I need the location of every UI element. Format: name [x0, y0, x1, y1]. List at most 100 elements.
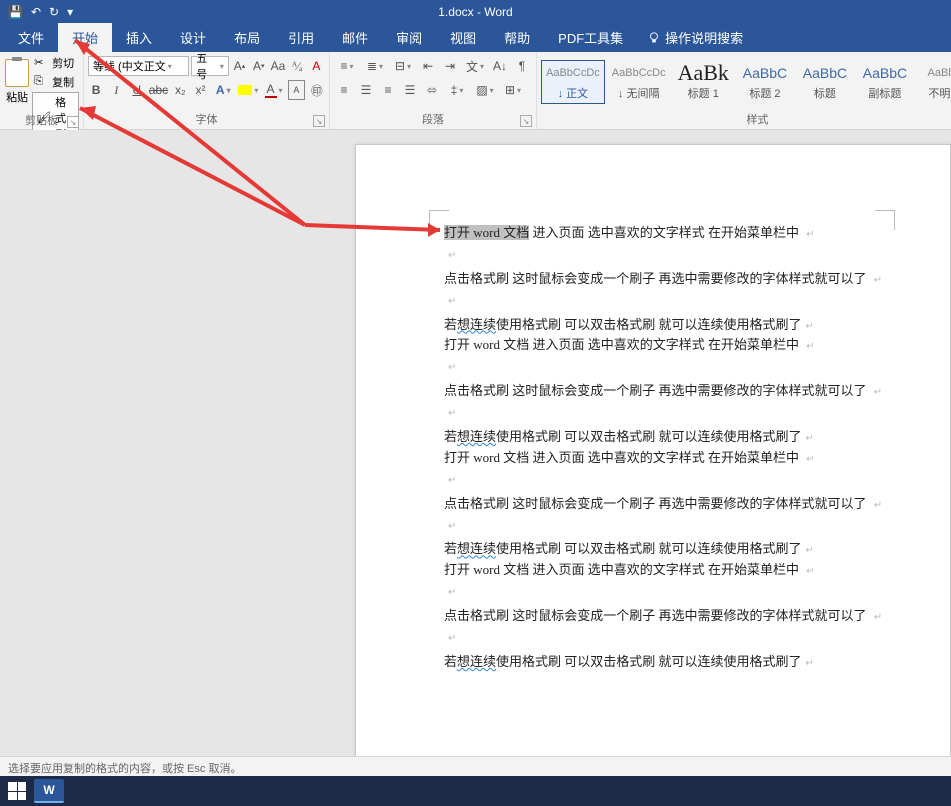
font-size-combo[interactable]: 五号▾ — [191, 56, 229, 76]
tab-references[interactable]: 引用 — [274, 23, 328, 52]
doc-line[interactable]: 若想连续使用格式刷 可以双击格式刷 就可以连续使用格式刷了↵ — [444, 541, 880, 558]
tab-layout[interactable]: 布局 — [220, 23, 274, 52]
doc-line[interactable]: ↵ — [444, 471, 880, 488]
distribute-button[interactable]: ⬄ — [422, 80, 442, 100]
doc-line[interactable]: ↵ — [444, 404, 880, 421]
align-center-button[interactable]: ☰ — [356, 80, 376, 100]
style-item-0[interactable]: AaBbCcDc↓ 正文 — [541, 60, 605, 104]
font-launcher-icon[interactable]: ↘ — [313, 115, 325, 127]
doc-line[interactable]: 打开 word 文档 进入页面 选中喜欢的文字样式 在开始菜单栏中 ↵ — [444, 562, 880, 579]
doc-line[interactable]: ↵ — [444, 358, 880, 375]
doc-line[interactable]: ↵ — [444, 583, 880, 600]
qat-more-icon[interactable]: ▾ — [67, 5, 73, 19]
doc-line[interactable]: 点击格式刷 这时鼠标会变成一个刷子 再选中需要修改的字体样式就可以了 ↵ — [444, 383, 880, 400]
decrease-indent-button[interactable]: ⇤ — [418, 56, 438, 76]
align-left-button[interactable]: ≡ — [334, 80, 354, 100]
tab-view[interactable]: 视图 — [436, 23, 490, 52]
doc-line[interactable]: 若想连续使用格式刷 可以双击格式刷 就可以连续使用格式刷了↵ — [444, 317, 880, 334]
undo-icon[interactable]: ↶ — [31, 5, 41, 19]
tab-design[interactable]: 设计 — [166, 23, 220, 52]
shading-button[interactable]: ▨▾ — [472, 80, 498, 100]
style-item-4[interactable]: AaBbC标题 — [796, 60, 854, 104]
doc-line[interactable]: 若想连续使用格式刷 可以双击格式刷 就可以连续使用格式刷了↵ — [444, 429, 880, 446]
doc-line[interactable]: ↵ — [444, 517, 880, 534]
style-preview: AaBbC — [741, 63, 789, 83]
clear-format-button[interactable]: A — [308, 56, 325, 76]
doc-line[interactable]: 点击格式刷 这时鼠标会变成一个刷子 再选中需要修改的字体样式就可以了 ↵ — [444, 271, 880, 288]
style-item-1[interactable]: AaBbCcDc↓ 无间隔 — [607, 60, 671, 104]
tab-pdf[interactable]: PDF工具集 — [544, 23, 637, 52]
subscript-button[interactable]: x₂ — [172, 80, 188, 100]
paragraph-launcher-icon[interactable]: ↘ — [520, 115, 532, 127]
tab-file[interactable]: 文件 — [4, 23, 58, 52]
style-preview: AaBk — [678, 63, 729, 83]
save-icon[interactable]: 💾 — [8, 5, 23, 19]
tab-review[interactable]: 审阅 — [382, 23, 436, 52]
underline-button[interactable]: U — [129, 80, 145, 100]
group-styles: AaBbCcDc↓ 正文AaBbCcDc↓ 无间隔 AaBk 标题 1 AaBbC标题… — [537, 52, 951, 129]
document-workspace[interactable]: 打开 word 文档 进入页面 选中喜欢的文字样式 在开始菜单栏中 ↵ ↵ 点击格式… — [0, 130, 951, 756]
superscript-button[interactable]: x² — [192, 80, 208, 100]
style-name: 标题 1 — [678, 85, 729, 101]
tab-insert[interactable]: 插入 — [112, 23, 166, 52]
doc-line[interactable]: 点击格式刷 这时鼠标会变成一个刷子 再选中需要修改的字体样式就可以了 ↵ — [444, 608, 880, 625]
start-button[interactable] — [8, 782, 26, 800]
justify-button[interactable]: ☰ — [400, 80, 420, 100]
redo-icon[interactable]: ↻ — [49, 5, 59, 19]
doc-line[interactable]: 打开 word 文档 进入页面 选中喜欢的文字样式 在开始菜单栏中 ↵ — [444, 450, 880, 467]
doc-line[interactable]: ↵ — [444, 292, 880, 309]
style-item-3[interactable]: AaBbC标题 2 — [736, 60, 794, 104]
doc-line[interactable]: 打开 word 文档 进入页面 选中喜欢的文字样式 在开始菜单栏中 ↵ — [444, 225, 880, 242]
doc-line[interactable]: ↵ — [444, 629, 880, 646]
group-font: 等线 (中文正文▾ 五号▾ A▴ A▾ Aa ᴬ⁄ₐ A B I U abc x… — [84, 52, 330, 129]
ribbon-tabs: 文件 开始 插入 设计 布局 引用 邮件 审阅 视图 帮助 PDF工具集 操作说… — [0, 24, 951, 52]
copy-button[interactable]: ⎘复制 — [32, 73, 79, 91]
enclosed-char-button[interactable]: ㊞ — [309, 80, 325, 100]
bold-button[interactable]: B — [88, 80, 104, 100]
cut-button[interactable]: ✂剪切 — [32, 54, 79, 72]
style-preview: AaBbC — [861, 63, 909, 83]
doc-line[interactable]: ↵ — [444, 246, 880, 263]
numbering-button[interactable]: ≣▾ — [362, 56, 388, 76]
strikethrough-button[interactable]: abc — [149, 80, 168, 100]
style-name: ↓ 无间隔 — [612, 85, 666, 101]
align-right-button[interactable]: ≡ — [378, 80, 398, 100]
increase-indent-button[interactable]: ⇥ — [440, 56, 460, 76]
line-spacing-button[interactable]: ‡▾ — [444, 80, 470, 100]
multilevel-button[interactable]: ⊟▾ — [390, 56, 416, 76]
char-border-button[interactable]: A — [288, 80, 305, 100]
borders-button[interactable]: ⊞▾ — [500, 80, 526, 100]
sort-button[interactable]: A↓ — [490, 56, 510, 76]
style-item-5[interactable]: AaBbC副标题 — [856, 60, 914, 104]
italic-button[interactable]: I — [108, 80, 124, 100]
style-item-6[interactable]: AaBbC不明显 — [916, 60, 951, 104]
doc-line[interactable]: 点击格式刷 这时鼠标会变成一个刷子 再选中需要修改的字体样式就可以了 ↵ — [444, 496, 880, 513]
margin-corner-tr — [875, 210, 895, 230]
clipboard-launcher-icon[interactable]: ↘ — [67, 116, 79, 128]
increase-font-button[interactable]: A▴ — [231, 56, 248, 76]
tell-me-search[interactable]: 操作说明搜索 — [637, 23, 753, 52]
text-direction-button[interactable]: 文▾ — [462, 56, 488, 76]
copy-label: 复制 — [52, 74, 74, 90]
text-effects-button[interactable]: A▾ — [213, 80, 234, 100]
show-marks-button[interactable]: ¶ — [512, 56, 532, 76]
document-page[interactable]: 打开 word 文档 进入页面 选中喜欢的文字样式 在开始菜单栏中 ↵ ↵ 点击格式… — [355, 144, 951, 756]
change-case-button[interactable]: Aa — [269, 56, 286, 76]
taskbar-word-app[interactable]: W — [34, 779, 64, 803]
decrease-font-button[interactable]: A▾ — [250, 56, 267, 76]
style-item-2[interactable]: AaBk 标题 1 — [673, 60, 734, 104]
tab-help[interactable]: 帮助 — [490, 23, 544, 52]
quick-access-toolbar: 💾 ↶ ↻ ▾ — [8, 5, 73, 19]
styles-group-label: 样式 — [541, 109, 951, 129]
phonetic-button[interactable]: ᴬ⁄ₐ — [289, 56, 306, 76]
tab-home[interactable]: 开始 — [58, 23, 112, 52]
tab-mailings[interactable]: 邮件 — [328, 23, 382, 52]
highlight-button[interactable]: ▾ — [238, 80, 259, 100]
bullets-button[interactable]: ≡▾ — [334, 56, 360, 76]
paste-button[interactable]: 粘贴 — [4, 54, 30, 110]
doc-line[interactable]: 若想连续使用格式刷 可以双击格式刷 就可以连续使用格式刷了↵ — [444, 654, 880, 671]
font-color-button[interactable]: A▾ — [263, 80, 284, 100]
clipboard-icon — [5, 59, 29, 87]
doc-line[interactable]: 打开 word 文档 进入页面 选中喜欢的文字样式 在开始菜单栏中 ↵ — [444, 337, 880, 354]
font-name-combo[interactable]: 等线 (中文正文▾ — [88, 56, 189, 76]
